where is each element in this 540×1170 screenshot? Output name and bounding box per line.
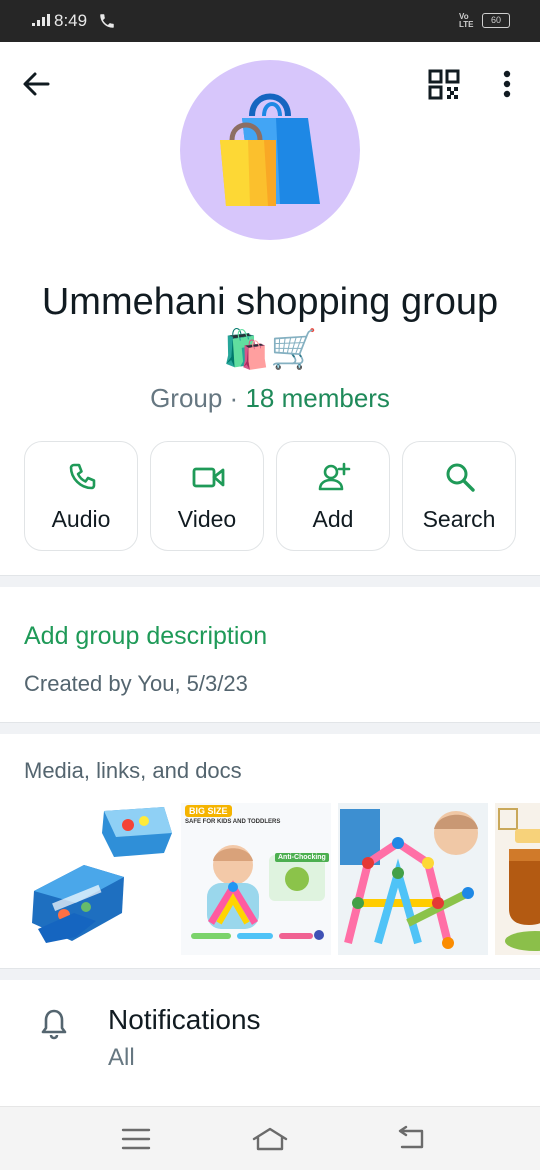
media-strip: BIG SIZE SAFE FOR KIDS AND TODDLERS Anti…	[24, 803, 540, 955]
audio-label: Audio	[51, 506, 111, 532]
video-icon	[192, 467, 225, 488]
group-members-count[interactable]: 18 members	[245, 383, 390, 413]
group-name[interactable]: Ummehani shopping group 🛍️🛒	[40, 278, 500, 374]
add-member-button[interactable]: Add	[276, 441, 390, 551]
audio-call-button[interactable]: Audio	[24, 441, 138, 551]
back-button[interactable]	[18, 66, 54, 102]
meta-separator: ·	[222, 383, 246, 413]
section-divider	[0, 722, 540, 734]
media-thumbnail[interactable]	[24, 803, 174, 955]
group-avatar[interactable]	[180, 60, 360, 240]
more-options-button[interactable]	[494, 68, 520, 102]
arrow-left-icon	[23, 72, 50, 96]
phone-icon	[69, 463, 96, 490]
action-buttons: Audio Video Add Search	[24, 441, 516, 551]
media-thumbnail[interactable]	[338, 803, 488, 955]
home-icon	[252, 1127, 288, 1151]
section-divider	[0, 968, 540, 980]
nav-home-button[interactable]	[250, 1123, 290, 1155]
status-bar: 8:49 Vo LTE 60	[0, 0, 540, 42]
magnetic-sticks-image	[340, 809, 478, 949]
status-time: 8:49	[54, 11, 88, 30]
group-type: Group	[150, 383, 223, 413]
system-nav-bar	[0, 1106, 540, 1170]
battery-indicator: 60	[482, 13, 510, 28]
created-info: Created by You, 5/3/23	[24, 671, 248, 696]
toy-box-image	[32, 807, 172, 943]
network-label: Vo LTE	[459, 12, 474, 29]
section-divider	[0, 575, 540, 587]
notifications-title: Notifications	[108, 1004, 261, 1035]
qr-code-button[interactable]	[426, 68, 462, 102]
search-icon	[446, 463, 475, 492]
search-label: Search	[422, 506, 496, 532]
media-thumbnail[interactable]: BIG SIZE SAFE FOR KIDS AND TODDLERS Anti…	[181, 803, 331, 955]
signal-icon	[32, 14, 50, 26]
add-description-link[interactable]: Add group description	[24, 622, 267, 651]
more-vertical-icon	[503, 70, 511, 98]
nav-menu-button[interactable]	[116, 1123, 156, 1155]
shopping-bags-icon	[220, 93, 320, 206]
media-thumbnail[interactable]	[495, 803, 540, 955]
media-section-title[interactable]: Media, links, and docs	[24, 758, 242, 784]
add-label: Add	[312, 506, 354, 532]
thumb-badge: Anti-Chocking	[275, 853, 329, 862]
call-status-icon	[100, 14, 114, 28]
menu-icon	[121, 1128, 151, 1150]
honey-jar-image	[498, 808, 540, 951]
qr-code-icon	[428, 69, 460, 100]
bell-icon	[41, 1009, 67, 1040]
video-call-button[interactable]: Video	[150, 441, 264, 551]
add-person-icon	[318, 462, 351, 491]
notifications-value: All	[108, 1044, 135, 1071]
video-label: Video	[177, 506, 237, 532]
group-meta: Group · 18 members	[40, 383, 500, 414]
notifications-row[interactable]: Notifications All	[0, 990, 540, 1096]
search-button[interactable]: Search	[402, 441, 516, 551]
baby-toy-image	[191, 845, 325, 940]
back-icon	[398, 1125, 424, 1149]
nav-back-button[interactable]	[392, 1123, 432, 1155]
